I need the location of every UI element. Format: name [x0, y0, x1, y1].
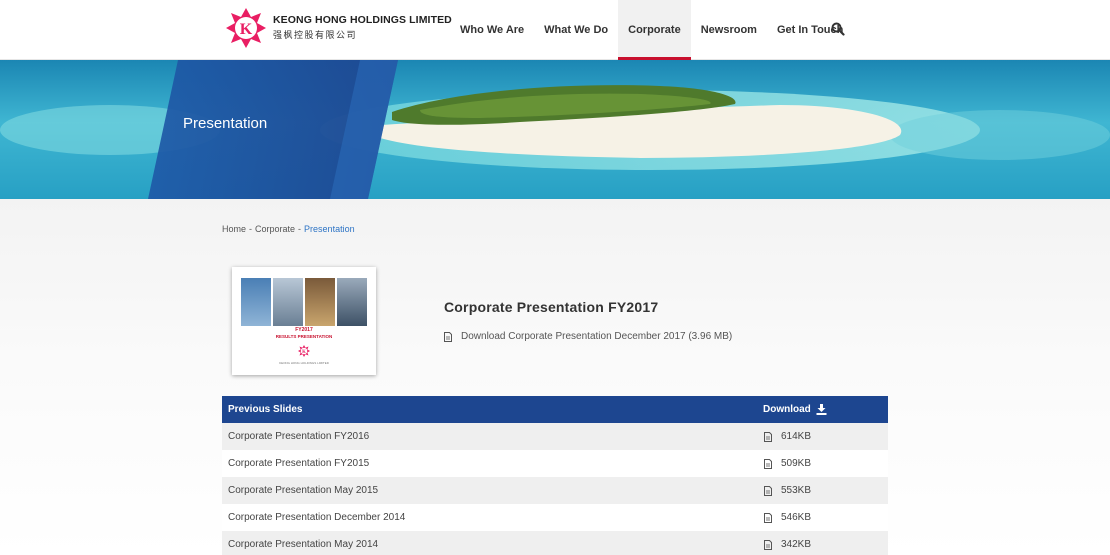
thumbnail-company: KEONG HONG HOLDINGS LIMITED — [279, 361, 329, 365]
page-title: Presentation — [183, 115, 268, 132]
thumbnail-subtitle: RESULTS PRESENTATION — [275, 334, 333, 339]
slide-name: Corporate Presentation FY2016 — [228, 431, 370, 442]
table-row: Corporate Presentation May 2014 342KB — [222, 531, 888, 555]
featured-download-text: Download Corporate Presentation December… — [461, 331, 733, 342]
brand-name-zh: 强枫控股有限公司 — [273, 31, 358, 41]
pdf-file-icon — [444, 331, 452, 342]
slide-file-size: 553KB — [781, 485, 812, 496]
previous-slides-table: Previous Slides Download Corporate Prese… — [222, 396, 888, 555]
slide-download-link[interactable]: 614KB — [762, 431, 811, 442]
nav-corporate[interactable]: Corporate — [618, 0, 691, 60]
thumbnail-logo: K — [298, 345, 310, 357]
presentation-thumbnail[interactable]: FY2017 RESULTS PRESENTATION K KEONG HONG… — [232, 267, 376, 375]
breadcrumb-current: Presentation — [304, 224, 355, 234]
featured-download-link[interactable]: Download Corporate Presentation December… — [444, 331, 732, 342]
slide-download-link[interactable]: 342KB — [762, 539, 811, 550]
breadcrumb: Home - Corporate - Presentation — [222, 224, 355, 234]
banner-image — [0, 60, 1110, 199]
slide-download-link[interactable]: 509KB — [762, 458, 811, 469]
featured-title: Corporate Presentation FY2017 — [444, 299, 659, 315]
pdf-file-icon — [764, 458, 772, 469]
slide-download-link[interactable]: 553KB — [762, 485, 811, 496]
slide-name: Corporate Presentation FY2015 — [228, 458, 370, 469]
svg-text:K: K — [302, 350, 306, 355]
table-row: Corporate Presentation December 2014 546… — [222, 504, 888, 531]
pdf-file-icon — [764, 539, 772, 550]
site-header: K KEONG HONG HOLDINGS LIMITED 强枫控股有限公司 W… — [0, 0, 1110, 60]
breadcrumb-corporate[interactable]: Corporate — [255, 224, 295, 234]
table-row: Corporate Presentation FY2015 509KB — [222, 450, 888, 477]
nav-what-we-do[interactable]: What We Do — [534, 0, 618, 60]
column-header-name: Previous Slides — [228, 404, 303, 415]
breadcrumb-separator: - — [298, 224, 302, 234]
main-nav: Who We Are What We Do Corporate Newsroom… — [450, 0, 853, 60]
slide-file-size: 546KB — [781, 512, 812, 523]
page-banner: Presentation — [0, 60, 1110, 199]
slide-name: Corporate Presentation May 2014 — [228, 539, 379, 550]
column-header-download: Download — [762, 404, 827, 415]
search-icon[interactable] — [831, 22, 845, 36]
download-icon — [816, 404, 827, 415]
thumbnail-year: FY2017 — [295, 327, 313, 333]
pdf-file-icon — [764, 431, 772, 442]
brand-name-en: KEONG HONG HOLDINGS LIMITED — [273, 14, 452, 26]
slide-name: Corporate Presentation December 2014 — [228, 512, 406, 523]
slide-download-link[interactable]: 546KB — [762, 512, 811, 523]
column-header-download-label: Download — [763, 404, 811, 415]
breadcrumb-separator: - — [249, 224, 253, 234]
pdf-file-icon — [764, 485, 772, 496]
slide-name: Corporate Presentation May 2015 — [228, 485, 379, 496]
table-row: Corporate Presentation May 2015 553KB — [222, 477, 888, 504]
thumbnail-photos — [241, 278, 367, 326]
slide-file-size: 342KB — [781, 539, 812, 550]
pdf-file-icon — [764, 512, 772, 523]
nav-who-we-are[interactable]: Who We Are — [450, 0, 534, 60]
table-header: Previous Slides Download — [222, 396, 888, 423]
svg-text:K: K — [240, 21, 253, 38]
nav-newsroom[interactable]: Newsroom — [691, 0, 767, 60]
slide-file-size: 509KB — [781, 458, 812, 469]
company-logo[interactable]: K — [226, 8, 266, 48]
brand-name[interactable]: KEONG HONG HOLDINGS LIMITED 强枫控股有限公司 — [273, 14, 452, 41]
table-row: Corporate Presentation FY2016 614KB — [222, 423, 888, 450]
slide-file-size: 614KB — [781, 431, 812, 442]
breadcrumb-home[interactable]: Home — [222, 224, 246, 234]
